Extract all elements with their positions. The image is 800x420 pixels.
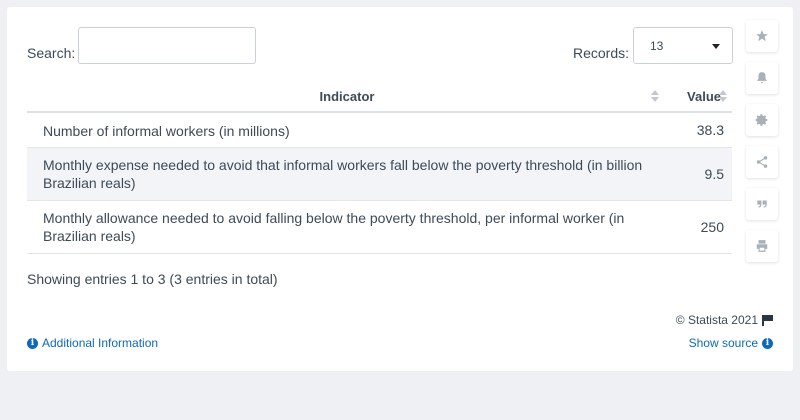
statistic-card: Search: Records: 13 Indicator Value Numb…	[7, 7, 793, 371]
favorite-button[interactable]	[746, 20, 778, 52]
table-cell-value: 38.3	[696, 122, 724, 138]
records-select-value: 13	[650, 39, 664, 53]
info-icon: i	[27, 337, 38, 349]
gear-icon	[755, 114, 768, 126]
table-cell-value: 250	[700, 219, 724, 235]
additional-information-label: Additional Information	[42, 336, 159, 350]
table-row: Number of informal workers (in millions)…	[27, 113, 732, 148]
show-source-link[interactable]: Show source i	[689, 336, 773, 350]
table-header: Indicator Value	[27, 83, 732, 113]
share-icon	[756, 156, 768, 168]
additional-information-link[interactable]: i Additional Information	[27, 336, 158, 350]
search-label: Search:	[27, 45, 76, 61]
quote-icon	[757, 200, 767, 208]
share-button[interactable]	[746, 146, 778, 178]
sort-icon[interactable]	[651, 90, 659, 104]
print-button[interactable]	[746, 230, 778, 262]
chevron-down-icon	[712, 44, 720, 49]
table-cell-indicator: Monthly allowance needed to avoid fallin…	[43, 210, 625, 244]
sort-icon[interactable]	[719, 90, 727, 104]
column-header-value[interactable]: Value	[687, 89, 721, 104]
copyright-text: © Statista 2021	[675, 313, 758, 327]
search-input[interactable]	[78, 27, 256, 64]
table-row: Monthly expense needed to avoid that inf…	[27, 148, 732, 201]
records-label: Records:	[573, 45, 630, 61]
table-cell-value: 9.5	[704, 166, 724, 182]
cite-button[interactable]	[746, 188, 778, 220]
column-header-indicator[interactable]: Indicator	[27, 89, 667, 104]
entries-summary: Showing entries 1 to 3 (3 entries in tot…	[27, 271, 278, 287]
copyright: © Statista 2021	[676, 313, 773, 327]
table-cell-indicator: Number of informal workers (in millions)	[43, 123, 290, 139]
notification-button[interactable]	[746, 62, 778, 94]
table-cell-indicator: Monthly expense needed to avoid that inf…	[43, 157, 643, 191]
print-icon	[756, 240, 768, 252]
records-select[interactable]: 13	[633, 27, 733, 64]
show-source-label: Show source	[688, 336, 758, 350]
star-icon	[756, 30, 768, 42]
table-row: Monthly allowance needed to avoid fallin…	[27, 201, 732, 254]
settings-button[interactable]	[746, 104, 778, 136]
action-sidebar	[746, 20, 778, 272]
info-icon: i	[762, 337, 773, 349]
data-table: Indicator Value Number of informal worke…	[27, 83, 732, 254]
flag-icon[interactable]	[762, 314, 773, 326]
bell-icon	[757, 72, 767, 84]
